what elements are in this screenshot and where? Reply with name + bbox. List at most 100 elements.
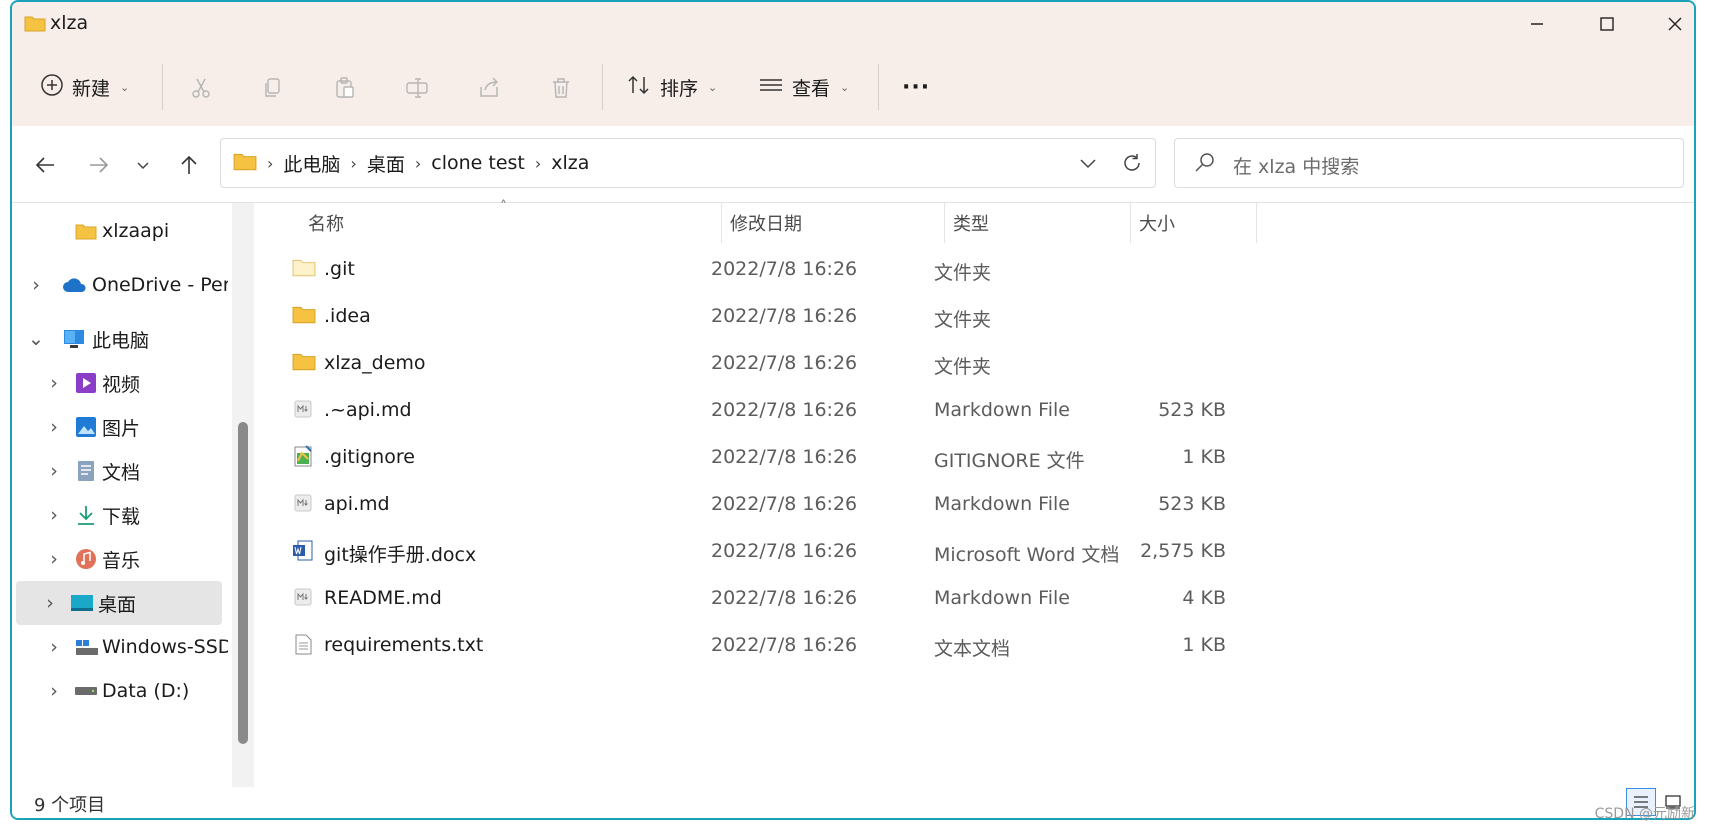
chevron-right-icon: › — [267, 153, 274, 173]
delete-icon[interactable] — [547, 74, 575, 102]
file-date: 2022/7/8 16:26 — [711, 399, 858, 421]
maximize-button[interactable] — [1572, 2, 1642, 46]
file-name: .gitignore — [324, 446, 415, 468]
file-row[interactable]: requirements.txt 2022/7/8 16:26 文本文档 1 K… — [276, 623, 1576, 669]
file-list: 名称 ˄ 修改日期 类型 大小 .git 2022/7/8 16:26 文件夹 … — [256, 199, 1694, 787]
chevron-right-icon[interactable]: › — [44, 460, 64, 482]
breadcrumb: › 此电脑 › 桌面 › clone test › xlza — [233, 139, 589, 187]
sidebar-item-this-pc[interactable]: ⌄ 此电脑 — [16, 317, 222, 361]
text-file-icon — [292, 633, 316, 657]
refresh-icon — [1124, 154, 1140, 171]
file-row[interactable]: .idea 2022/7/8 16:26 文件夹 — [276, 294, 1576, 340]
up-button[interactable] — [174, 150, 204, 180]
file-size: 1 KB — [1182, 634, 1226, 656]
sidebar-item-pictures[interactable]: › 图片 — [16, 405, 222, 449]
back-button[interactable] — [30, 150, 60, 180]
file-name: git操作手册.docx — [324, 544, 477, 566]
address-dropdown-button[interactable] — [1073, 148, 1103, 178]
file-name: api.md — [324, 493, 390, 515]
close-button[interactable] — [1640, 2, 1694, 46]
file-row[interactable]: api.md 2022/7/8 16:26 Markdown File 523 … — [276, 482, 1576, 528]
copy-icon[interactable] — [259, 74, 287, 102]
onedrive-icon — [62, 273, 86, 297]
column-header-size[interactable]: 大小 — [1139, 203, 1175, 243]
chevron-right-icon[interactable]: › — [44, 680, 64, 702]
sidebar-item-music[interactable]: › 音乐 — [16, 537, 222, 581]
column-header-name[interactable]: 名称 — [308, 203, 344, 243]
sidebar-item-onedrive[interactable]: › OneDrive - Pers — [16, 263, 228, 307]
file-name: .idea — [324, 305, 371, 327]
navigation-bar: › 此电脑 › 桌面 › clone test › xlza 在 xlza 中搜… — [12, 126, 1694, 203]
file-explorer-window: xlza 新建 ⌄ 排序 ⌄ 查看 ⌄ ··· › 此电脑 › 桌面 › clo… — [10, 0, 1696, 820]
file-row[interactable]: xlza_demo 2022/7/8 16:26 文件夹 — [276, 341, 1576, 387]
chevron-right-icon[interactable]: › — [44, 416, 64, 438]
recent-locations-button[interactable] — [128, 150, 158, 180]
chevron-down-icon — [1080, 159, 1096, 169]
file-type: 文本文档 — [934, 638, 1011, 660]
file-size: 523 KB — [1158, 493, 1226, 515]
divider — [162, 64, 163, 110]
search-input[interactable]: 在 xlza 中搜索 — [1174, 138, 1684, 188]
chevron-right-icon[interactable]: › — [44, 372, 64, 394]
column-divider[interactable] — [1256, 203, 1257, 243]
markdown-icon — [292, 586, 316, 610]
sidebar-item-documents[interactable]: › 文档 — [16, 449, 222, 493]
new-label: 新建 — [72, 77, 111, 100]
breadcrumb-desktop[interactable]: 桌面 — [367, 150, 405, 177]
column-divider[interactable] — [944, 203, 945, 243]
file-row[interactable]: .~api.md 2022/7/8 16:26 Markdown File 52… — [276, 388, 1576, 434]
arrow-right-icon — [90, 157, 109, 173]
sidebar-item-label: OneDrive - Pers — [92, 274, 228, 296]
file-type: Markdown File — [934, 587, 1070, 609]
chevron-right-icon[interactable]: › — [26, 274, 46, 296]
sidebar-item-data-d[interactable]: › Data (D:) — [16, 669, 222, 713]
chevron-right-icon: › — [534, 153, 542, 173]
more-options-button[interactable]: ··· — [902, 66, 930, 108]
column-header-type[interactable]: 类型 — [953, 203, 989, 243]
chevron-down-icon: ⌄ — [120, 80, 130, 94]
folder-icon — [74, 219, 98, 243]
sidebar-item-windows-ssd[interactable]: › Windows-SSD — [16, 625, 228, 669]
add-circle-icon — [40, 73, 64, 102]
chevron-right-icon[interactable]: › — [44, 548, 64, 570]
sidebar-scrollbar-thumb[interactable] — [238, 422, 248, 744]
chevron-down-icon[interactable]: ⌄ — [26, 328, 46, 350]
sidebar-item-xlzaapi[interactable]: xlzaapi — [16, 209, 222, 253]
forward-button[interactable] — [84, 150, 114, 180]
file-row[interactable]: .git 2022/7/8 16:26 文件夹 — [276, 247, 1576, 293]
sidebar-item-desktop[interactable]: › 桌面 — [16, 581, 222, 625]
paste-icon[interactable] — [331, 74, 359, 102]
column-header-date[interactable]: 修改日期 — [730, 203, 802, 243]
chevron-right-icon[interactable]: › — [40, 592, 60, 614]
view-button[interactable]: 查看 ⌄ — [758, 66, 849, 108]
breadcrumb-xlza[interactable]: xlza — [551, 152, 589, 174]
new-button[interactable]: 新建 ⌄ — [40, 66, 129, 108]
download-icon — [74, 503, 98, 527]
cut-icon[interactable] — [187, 74, 215, 102]
address-bar[interactable]: › 此电脑 › 桌面 › clone test › xlza — [220, 138, 1156, 188]
column-divider[interactable] — [1130, 203, 1131, 243]
documents-icon — [74, 459, 98, 483]
divider — [878, 64, 879, 110]
refresh-button[interactable] — [1117, 148, 1147, 178]
file-row[interactable]: .gitignore 2022/7/8 16:26 GITIGNORE 文件 1… — [276, 435, 1576, 481]
file-type: 文件夹 — [934, 309, 992, 331]
music-icon — [74, 547, 98, 571]
sidebar-item-downloads[interactable]: › 下载 — [16, 493, 222, 537]
sort-button[interactable]: 排序 ⌄ — [626, 66, 717, 108]
chevron-right-icon[interactable]: › — [44, 636, 64, 658]
rename-icon[interactable] — [403, 74, 431, 102]
sidebar-item-videos[interactable]: › 视频 — [16, 361, 222, 405]
breadcrumb-clone-test[interactable]: clone test — [431, 152, 525, 174]
video-icon — [74, 371, 98, 395]
minimize-button[interactable] — [1502, 2, 1572, 46]
file-row[interactable]: git操作手册.docx 2022/7/8 16:26 Microsoft Wo… — [276, 529, 1576, 575]
chevron-right-icon[interactable]: › — [44, 504, 64, 526]
breadcrumb-this-pc[interactable]: 此电脑 — [283, 150, 340, 177]
file-date: 2022/7/8 16:26 — [711, 540, 858, 562]
file-size: 2,575 KB — [1140, 540, 1226, 562]
file-row[interactable]: README.md 2022/7/8 16:26 Markdown File 4… — [276, 576, 1576, 622]
column-divider[interactable] — [721, 203, 722, 243]
divider — [602, 64, 603, 110]
share-icon[interactable] — [475, 74, 503, 102]
